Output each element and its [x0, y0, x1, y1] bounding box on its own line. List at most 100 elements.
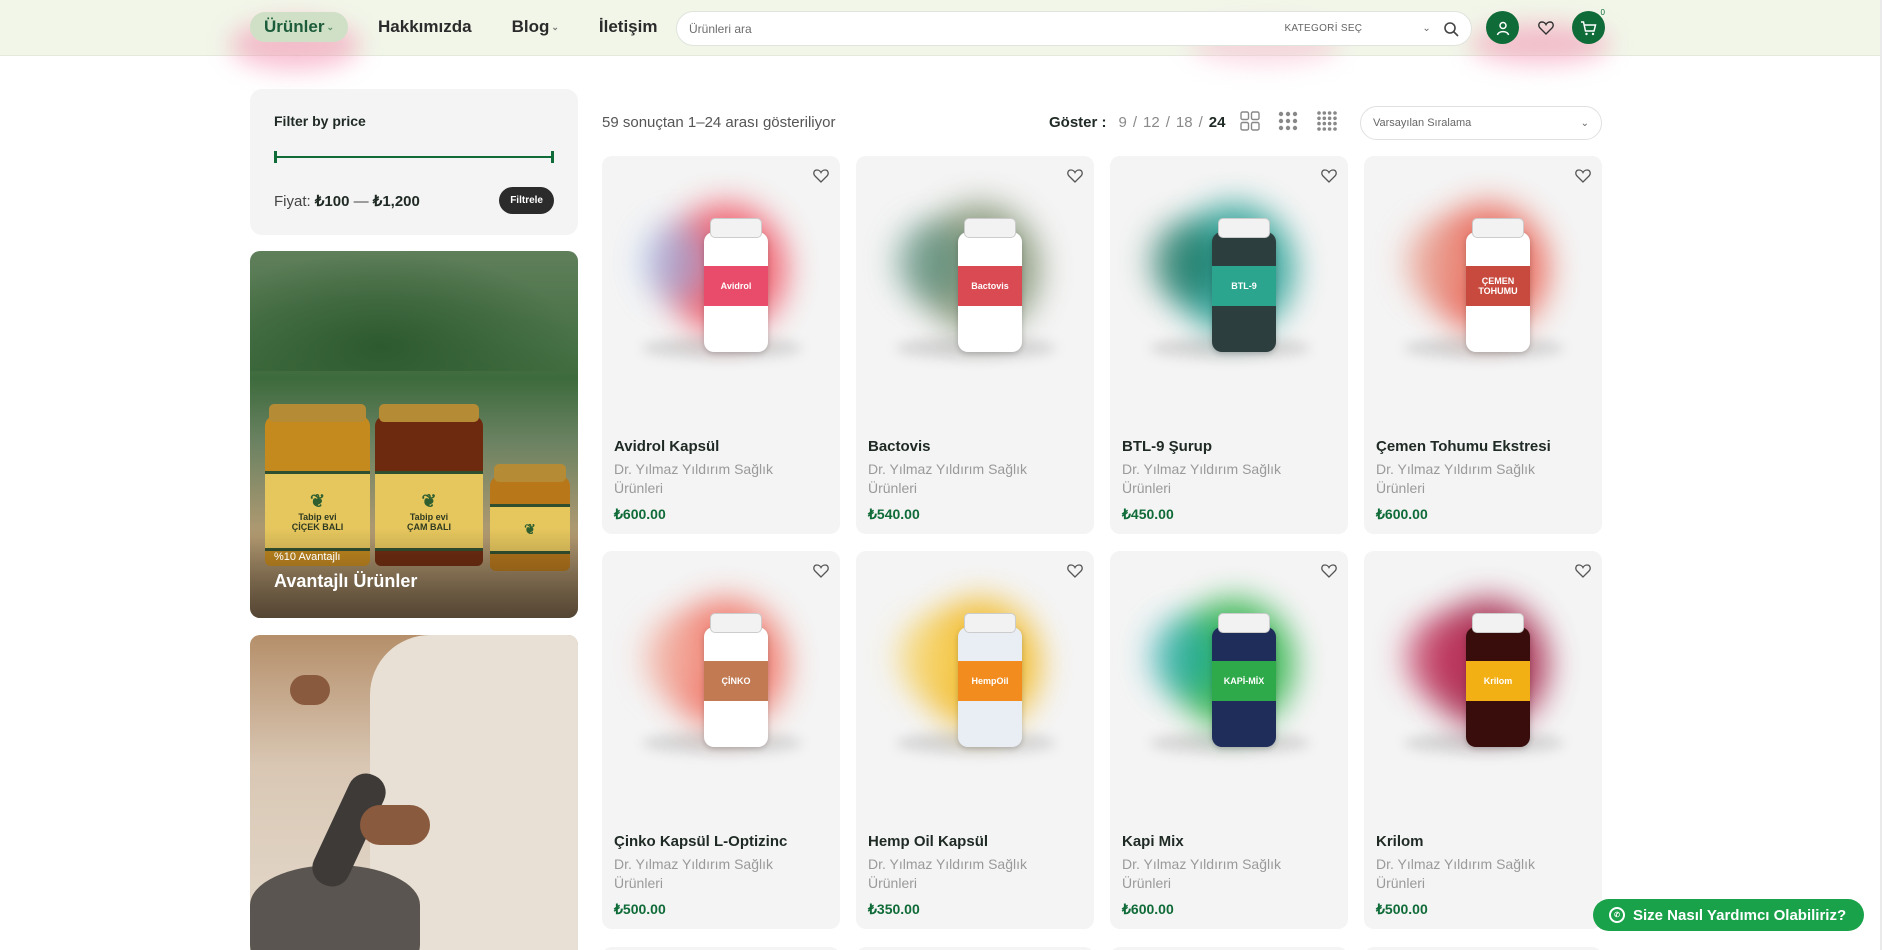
product-name[interactable]: Çinko Kapsül L-Optizinc	[614, 833, 787, 850]
wishlist-heart-icon[interactable]	[1574, 166, 1592, 184]
main-nav: Ürünler ⌄ Hakkımızda Blog ⌄ İletişim	[250, 12, 697, 42]
product-card[interactable]: Avidrol Avidrol Kapsül Dr. Yılmaz Yıldırım…	[602, 156, 840, 534]
product-image[interactable]: BTL-9	[1130, 192, 1328, 382]
nav-item-hakkimizda[interactable]: Hakkımızda	[378, 12, 472, 42]
sort-select-label: Varsayılan Sıralama	[1373, 117, 1472, 129]
promo-banner-mortar[interactable]	[250, 635, 578, 950]
product-name[interactable]: Krilom	[1376, 833, 1424, 850]
wishlist-heart-icon[interactable]	[1066, 166, 1084, 184]
show-option-9[interactable]: 9	[1119, 114, 1127, 131]
hand-image	[360, 805, 430, 845]
product-package-label: HempOil	[958, 661, 1022, 701]
result-count: 59 sonuçtan 1–24 arası gösteriliyor	[602, 114, 836, 131]
product-price: ₺450.00	[1122, 506, 1174, 522]
user-icon	[1496, 21, 1509, 35]
product-image[interactable]: ÇEMEN TOHUMU	[1384, 192, 1582, 382]
product-brand: Dr. Yılmaz Yıldırım Sağlık Ürünleri	[1122, 461, 1281, 496]
jar-brand: Tabip evi	[298, 511, 337, 522]
hand-image	[290, 675, 330, 705]
account-button[interactable]	[1486, 11, 1519, 44]
product-name[interactable]: Çemen Tohumu Ekstresi	[1376, 438, 1551, 455]
product-glow	[1404, 222, 1474, 302]
category-select-label: KATEGORİ SEÇ	[1284, 23, 1363, 34]
product-glow	[1150, 222, 1220, 302]
chevron-down-icon: ⌄	[1422, 23, 1431, 34]
wishlist-heart-icon[interactable]	[812, 166, 830, 184]
wishlist-heart-icon[interactable]	[1574, 561, 1592, 579]
search-input[interactable]	[689, 21, 1285, 36]
grid-2-icon[interactable]	[1240, 111, 1260, 131]
slider-handle-min[interactable]	[274, 151, 277, 163]
help-button-label: Size Nasıl Yardımcı Olabiliriz?	[1633, 906, 1847, 924]
nav-item-blog[interactable]: Blog ⌄	[512, 12, 559, 42]
wishlist-button[interactable]	[1529, 11, 1562, 44]
wishlist-heart-icon[interactable]	[1320, 561, 1338, 579]
product-image[interactable]: KAPİ-MİX	[1130, 587, 1328, 777]
product-image[interactable]: HempOil	[876, 587, 1074, 777]
product-glow	[642, 222, 712, 302]
nav-item-urunler[interactable]: Ürünler ⌄	[250, 12, 349, 42]
chevron-down-icon: ⌄	[326, 21, 335, 32]
nav-item-label: Ürünler	[264, 17, 325, 36]
product-image[interactable]: Bactovis	[876, 192, 1074, 382]
cart-icon	[1581, 20, 1597, 35]
product-package-label: ÇEMEN TOHUMU	[1466, 266, 1530, 306]
category-select[interactable]: KATEGORİ SEÇ ⌄	[1284, 23, 1431, 34]
grid-4-icon[interactable]	[1316, 110, 1338, 132]
wishlist-heart-icon[interactable]	[812, 561, 830, 579]
header-actions: 0	[1486, 8, 1607, 44]
leaf-icon: ❦	[309, 490, 326, 511]
wishlist-heart-icon[interactable]	[1320, 166, 1338, 184]
product-price: ₺540.00	[868, 506, 920, 522]
product-price: ₺600.00	[1122, 901, 1174, 917]
product-package-label: KAPİ-MİX	[1212, 661, 1276, 701]
show-option-18[interactable]: 18	[1176, 114, 1193, 131]
price-max: ₺1,200	[372, 192, 420, 210]
product-glow	[1150, 617, 1220, 697]
grid-3-icon[interactable]	[1278, 111, 1298, 131]
product-package-label: ÇİNKO	[704, 661, 768, 701]
whatsapp-icon: ✆	[1609, 907, 1625, 923]
price-range-slider[interactable]	[274, 151, 554, 163]
leaf-icon: ❦	[421, 490, 437, 511]
product-name[interactable]: Hemp Oil Kapsül	[868, 833, 988, 850]
product-cap	[1218, 218, 1270, 238]
product-card[interactable]: Krilom Krilom Dr. Yılmaz Yıldırım Sağlık Ü…	[1364, 551, 1602, 929]
product-image[interactable]: Avidrol	[622, 192, 820, 382]
chevron-down-icon: ⌄	[1580, 117, 1589, 129]
product-package-label: Krilom	[1466, 661, 1530, 701]
product-card[interactable]: ÇİNKO Çinko Kapsül L-Optizinc Dr. Yılmaz Y…	[602, 551, 840, 929]
sort-select[interactable]: Varsayılan Sıralama ⌄	[1360, 106, 1602, 140]
chevron-down-icon: ⌄	[551, 21, 559, 32]
product-name[interactable]: Kapi Mix	[1122, 833, 1184, 850]
product-cap	[1218, 613, 1270, 633]
product-image[interactable]: Krilom	[1384, 587, 1582, 777]
product-card[interactable]: HempOil Hemp Oil Kapsül Dr. Yılmaz Yıldırı…	[856, 551, 1094, 929]
product-brand: Dr. Yılmaz Yıldırım Sağlık Ürünleri	[868, 856, 1027, 891]
slider-handle-max[interactable]	[551, 151, 554, 163]
site-header: Ürünler⌄ Hakkımızda Blog⌄ İletişim KATEG…	[0, 0, 1882, 70]
search-icon[interactable]	[1443, 21, 1459, 37]
product-card[interactable]: BTL-9 BTL-9 Şurup Dr. Yılmaz Yıldırım Sağl…	[1110, 156, 1348, 534]
cart-button[interactable]: 0	[1572, 8, 1607, 44]
product-image[interactable]: ÇİNKO	[622, 587, 820, 777]
product-name[interactable]: Bactovis	[868, 438, 931, 455]
promo-title: Avantajlı Ürünler	[274, 571, 418, 591]
nav-item-iletisim[interactable]: İletişim	[599, 12, 658, 42]
product-cap	[710, 218, 762, 238]
product-card[interactable]: KAPİ-MİX Kapi Mix Dr. Yılmaz Yıldırım Sağl…	[1110, 551, 1348, 929]
product-name[interactable]: BTL-9 Şurup	[1122, 438, 1212, 455]
wishlist-heart-icon[interactable]	[1066, 561, 1084, 579]
show-option-12[interactable]: 12	[1143, 114, 1160, 131]
filter-button[interactable]: Filtrele	[499, 187, 554, 214]
product-brand: Dr. Yılmaz Yıldırım Sağlık Ürünleri	[1376, 856, 1535, 891]
show-option-24[interactable]: 24	[1209, 114, 1226, 131]
whatsapp-help-button[interactable]: ✆ Size Nasıl Yardımcı Olabiliriz?	[1593, 899, 1865, 931]
price-separator: —	[353, 192, 369, 210]
promo-banner-advantage[interactable]: ❦ Tabip evi ÇİÇEK BALI ❦ Tabip evi ÇAM BALI …	[250, 251, 578, 618]
product-package-label: BTL-9	[1212, 266, 1276, 306]
product-card[interactable]: ÇEMEN TOHUMU Çemen Tohumu Ekstresi Dr. Yıl…	[1364, 156, 1602, 534]
product-brand: Dr. Yılmaz Yıldırım Sağlık Ürünleri	[868, 461, 1027, 496]
product-name[interactable]: Avidrol Kapsül	[614, 438, 719, 455]
product-card[interactable]: Bactovis Bactovis Dr. Yılmaz Yıldırım Sağl…	[856, 156, 1094, 534]
